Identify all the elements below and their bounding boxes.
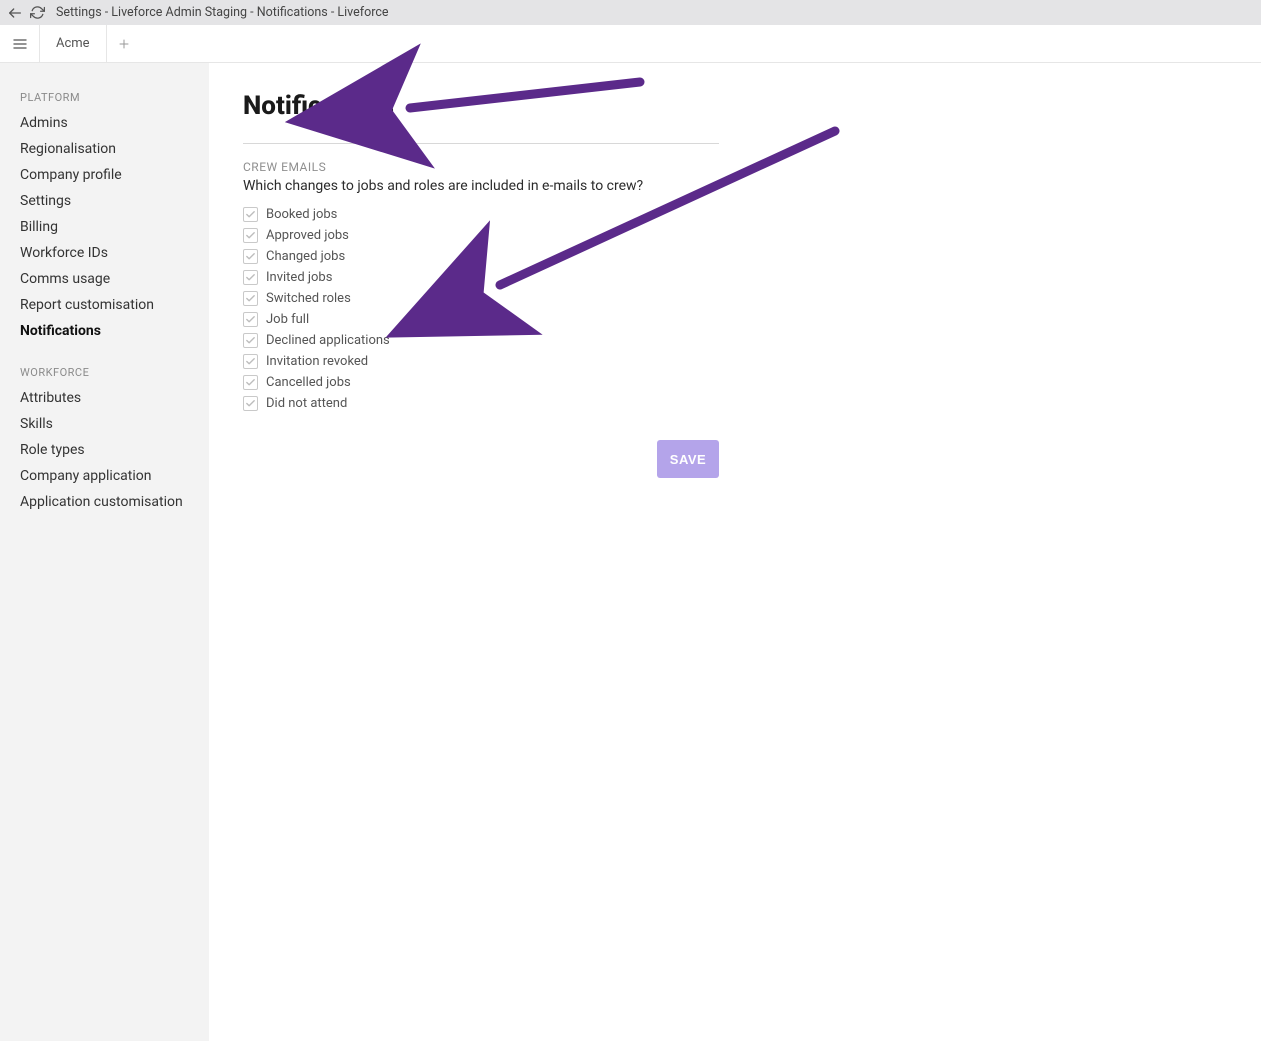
refresh-icon[interactable] [28, 4, 46, 22]
checkbox-booked-jobs[interactable]: Booked jobs [243, 204, 1261, 225]
checkbox-did-not-attend[interactable]: Did not attend [243, 393, 1261, 414]
sidebar-item-report-customisation[interactable]: Report customisation [0, 292, 209, 318]
add-tab-button[interactable] [107, 25, 141, 62]
sidebar-group-platform: PLATFORM [0, 91, 209, 110]
workspace-tab-acme[interactable]: Acme [40, 25, 107, 62]
save-button-label: SAVE [670, 452, 706, 467]
checkbox-job-full[interactable]: Job full [243, 309, 1261, 330]
checkbox-approved-jobs[interactable]: Approved jobs [243, 225, 1261, 246]
divider [243, 143, 719, 144]
workspace-tab-label: Acme [56, 36, 90, 51]
checkbox-icon [243, 333, 258, 348]
checkbox-icon [243, 270, 258, 285]
checkbox-declined-applications[interactable]: Declined applications [243, 330, 1261, 351]
sidebar-item-settings[interactable]: Settings [0, 188, 209, 214]
sidebar-item-application-customisation[interactable]: Application customisation [0, 489, 209, 515]
checkbox-icon [243, 228, 258, 243]
sidebar-item-billing[interactable]: Billing [0, 214, 209, 240]
checkbox-label: Invited jobs [266, 270, 332, 285]
sidebar-item-workforce-ids[interactable]: Workforce IDs [0, 240, 209, 266]
checkbox-label: Job full [266, 312, 309, 327]
sidebar-item-skills[interactable]: Skills [0, 411, 209, 437]
checkbox-invited-jobs[interactable]: Invited jobs [243, 267, 1261, 288]
checkbox-label: Did not attend [266, 396, 347, 411]
checkbox-label: Declined applications [266, 333, 390, 348]
save-button[interactable]: SAVE [657, 440, 719, 478]
checkbox-group: Booked jobs Approved jobs Changed jobs I… [243, 204, 1261, 414]
sidebar-item-company-profile[interactable]: Company profile [0, 162, 209, 188]
browser-chrome: Settings - Liveforce Admin Staging - Not… [0, 0, 1261, 25]
checkbox-icon [243, 375, 258, 390]
sidebar-item-comms-usage[interactable]: Comms usage [0, 266, 209, 292]
sidebar-item-regionalisation[interactable]: Regionalisation [0, 136, 209, 162]
checkbox-label: Approved jobs [266, 228, 349, 243]
checkbox-icon [243, 354, 258, 369]
checkbox-invitation-revoked[interactable]: Invitation revoked [243, 351, 1261, 372]
checkbox-label: Changed jobs [266, 249, 345, 264]
page-title: Notifications [243, 91, 1261, 121]
back-icon[interactable] [6, 4, 24, 22]
workspace-tabbar: Acme [0, 25, 1261, 63]
checkbox-label: Cancelled jobs [266, 375, 351, 390]
sidebar: PLATFORM Admins Regionalisation Company … [0, 63, 209, 1041]
checkbox-label: Switched roles [266, 291, 351, 306]
checkbox-icon [243, 291, 258, 306]
checkbox-switched-roles[interactable]: Switched roles [243, 288, 1261, 309]
sidebar-item-admins[interactable]: Admins [0, 110, 209, 136]
sidebar-item-role-types[interactable]: Role types [0, 437, 209, 463]
sidebar-item-attributes[interactable]: Attributes [0, 385, 209, 411]
checkbox-changed-jobs[interactable]: Changed jobs [243, 246, 1261, 267]
sidebar-item-notifications[interactable]: Notifications [0, 318, 209, 344]
checkbox-icon [243, 396, 258, 411]
browser-title: Settings - Liveforce Admin Staging - Not… [56, 5, 389, 20]
checkbox-icon [243, 249, 258, 264]
checkbox-icon [243, 207, 258, 222]
checkbox-cancelled-jobs[interactable]: Cancelled jobs [243, 372, 1261, 393]
section-label-crew-emails: CREW EMAILS [243, 160, 1261, 174]
checkbox-label: Booked jobs [266, 207, 337, 222]
checkbox-label: Invitation revoked [266, 354, 368, 369]
menu-icon[interactable] [0, 25, 40, 62]
main-content: Notifications CREW EMAILS Which changes … [209, 63, 1261, 1041]
section-description: Which changes to jobs and roles are incl… [243, 178, 1261, 194]
sidebar-item-company-application[interactable]: Company application [0, 463, 209, 489]
sidebar-group-workforce: WORKFORCE [0, 366, 209, 385]
checkbox-icon [243, 312, 258, 327]
